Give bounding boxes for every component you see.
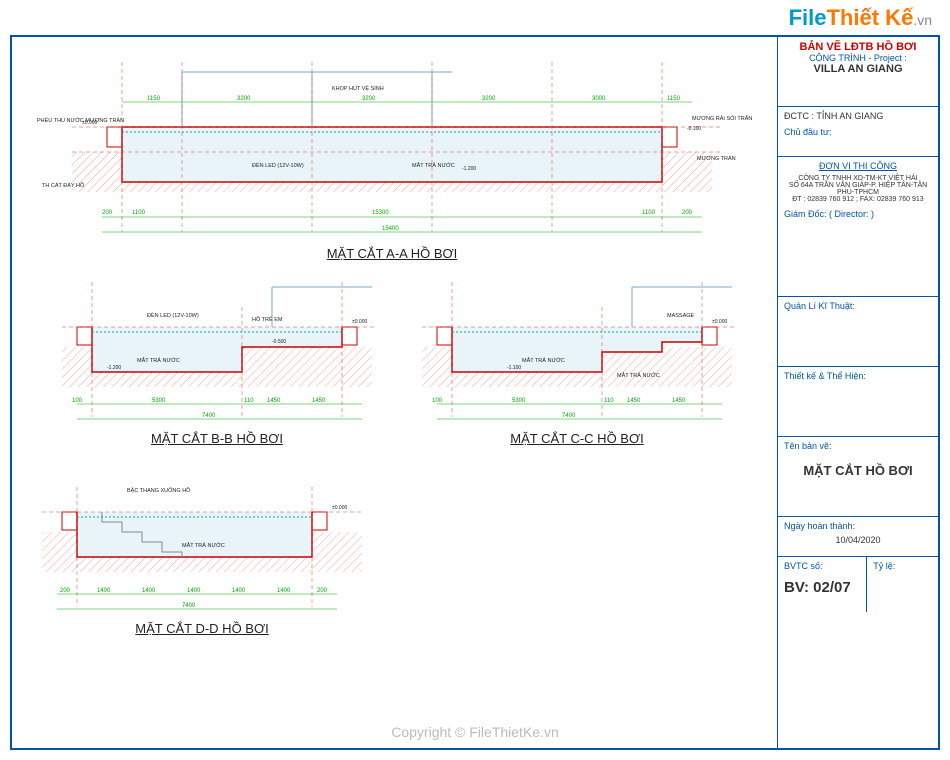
svg-text:7400: 7400 (562, 413, 576, 419)
svg-text:-0.100: -0.100 (687, 126, 701, 132)
svg-text:MẮT TRẢ NƯỚC: MẮT TRẢ NƯỚC (522, 356, 565, 364)
svg-text:7400: 7400 (182, 603, 196, 609)
svg-text:-1.200: -1.200 (107, 365, 121, 371)
section-cc-title: MẶT CẮT C-C HỒ BƠI (412, 431, 742, 446)
svg-text:200: 200 (60, 588, 71, 594)
section-aa-title: MẶT CẮT A-A HỒ BƠI (32, 246, 752, 261)
svg-text:200: 200 (102, 210, 113, 216)
svg-text:±0.000: ±0.000 (82, 120, 97, 126)
section-bb-title: MẶT CẮT B-B HỒ BƠI (52, 431, 382, 446)
svg-text:110: 110 (244, 398, 254, 404)
tb-contractor-name: CÔNG TY TNHH XD-TM-KT VIỆT HẢI (784, 175, 932, 182)
svg-text:200: 200 (317, 588, 328, 594)
svg-text:1450: 1450 (312, 398, 326, 404)
tb-project-name: VILLA AN GIANG (784, 63, 932, 75)
svg-text:ĐÈN LED (12V-10W): ĐÈN LED (12V-10W) (147, 312, 199, 319)
tb-director-label: Giám Đốc: ( Director: ) (784, 209, 932, 219)
tb-owner-label: Chủ đầu tư: (784, 127, 932, 137)
section-aa: 1150 3200 3200 3200 3000 1150 200 1100 1… (32, 52, 752, 261)
section-dd-title: MẶT CẮT D-D HỒ BƠI (32, 621, 372, 636)
svg-text:1400: 1400 (232, 588, 246, 594)
tb-scale-label: Tỷ lệ: (873, 561, 932, 571)
section-cc: 5300 110 1450 1450 100 7400 MẮT TRẢ NƯỚC… (412, 277, 742, 446)
section-cc-svg: 5300 110 1450 1450 100 7400 MẮT TRẢ NƯỚC… (412, 277, 742, 427)
section-bb: 5300 110 1450 1450 100 7400 ĐÈN LED (12V… (52, 277, 382, 446)
svg-text:3000: 3000 (592, 96, 606, 102)
section-aa-svg: 1150 3200 3200 3200 3000 1150 200 1100 1… (32, 52, 752, 242)
svg-text:PHỂU THU NƯỚC MƯƠNG TRÀN: PHỂU THU NƯỚC MƯƠNG TRÀN (37, 117, 124, 124)
svg-text:±0.000: ±0.000 (712, 319, 727, 325)
tb-location: ĐCTC : TỈNH AN GIANG (784, 111, 932, 121)
svg-text:MẮT TRẢ NƯỚC: MẮT TRẢ NƯỚC (137, 356, 180, 364)
svg-text:KHOP HÚT VỆ SINH: KHOP HÚT VỆ SINH (332, 84, 384, 92)
svg-text:100: 100 (72, 398, 83, 404)
svg-text:3200: 3200 (362, 96, 376, 102)
tb-sheet-label: BVTC số: (784, 561, 860, 571)
svg-text:5300: 5300 (152, 398, 166, 404)
drawing-area: 1150 3200 3200 3200 3000 1150 200 1100 1… (12, 37, 778, 748)
tb-main-title: BẢN VẼ LĐTB HỒ BƠI (784, 41, 932, 53)
section-dd-svg: 200 1400 1400 1400 1400 1400 200 7400 BẬ… (32, 467, 372, 617)
svg-text:MƯƠNG TRÀN: MƯƠNG TRÀN (697, 155, 736, 162)
svg-text:3200: 3200 (482, 96, 496, 102)
svg-text:1150: 1150 (147, 96, 161, 102)
section-dd: 200 1400 1400 1400 1400 1400 200 7400 BẬ… (32, 467, 372, 636)
svg-text:BẬC THANG XUỐNG HỒ: BẬC THANG XUỐNG HỒ (127, 487, 191, 494)
svg-text:1450: 1450 (267, 398, 281, 404)
site-logo: FileThiết Kế.vn (789, 5, 932, 31)
tb-project-label: CÔNG TRÌNH - Project : (784, 53, 932, 63)
svg-text:-0.500: -0.500 (272, 339, 286, 345)
svg-text:-1.100: -1.100 (507, 365, 521, 371)
svg-text:1450: 1450 (672, 398, 686, 404)
svg-text:15300: 15300 (372, 210, 389, 216)
svg-text:±0.000: ±0.000 (352, 319, 367, 325)
svg-text:1150: 1150 (667, 96, 681, 102)
svg-text:1400: 1400 (97, 588, 111, 594)
tb-date: 10/04/2020 (784, 535, 932, 545)
drawing-frame: 1150 3200 3200 3200 3000 1150 200 1100 1… (10, 35, 940, 750)
svg-text:MASSAGE: MASSAGE (667, 313, 695, 319)
svg-text:3200: 3200 (237, 96, 251, 102)
svg-text:1100: 1100 (132, 210, 146, 216)
section-bb-svg: 5300 110 1450 1450 100 7400 ĐÈN LED (12V… (52, 277, 382, 427)
svg-text:1400: 1400 (142, 588, 156, 594)
svg-text:ĐÈN LED (12V-10W): ĐÈN LED (12V-10W) (252, 162, 304, 169)
svg-text:100: 100 (432, 398, 443, 404)
svg-text:200: 200 (682, 210, 693, 216)
svg-text:1450: 1450 (627, 398, 641, 404)
tb-contractor-label: ĐƠN VỊ THI CÔNG (784, 161, 932, 171)
svg-text:MẮT TRẢ NƯỚC: MẮT TRẢ NƯỚC (412, 161, 455, 169)
tb-contractor-addr: SỐ 64A TRẦN VĂN GIÁP-P. HIỆP TÂN-TÂN PHÚ… (784, 182, 932, 196)
svg-text:MẮT TRẢ NƯỚC: MẮT TRẢ NƯỚC (182, 541, 225, 549)
svg-text:±0.000: ±0.000 (332, 505, 347, 511)
tb-designer-label: Thiết kế & Thể Hiện: (784, 371, 932, 381)
tb-date-label: Ngày hoàn thành: (784, 521, 932, 531)
svg-text:MẮT TRẢ NƯỚC: MẮT TRẢ NƯỚC (617, 371, 660, 379)
svg-text:1400: 1400 (277, 588, 291, 594)
titleblock: BẢN VẼ LĐTB HỒ BƠI CÔNG TRÌNH - Project … (778, 37, 938, 748)
svg-text:1400: 1400 (187, 588, 201, 594)
svg-text:HỒ TRẺ EM: HỒ TRẺ EM (252, 316, 283, 323)
svg-text:5300: 5300 (512, 398, 526, 404)
svg-text:7400: 7400 (202, 413, 216, 419)
svg-text:-1.200: -1.200 (462, 166, 476, 172)
svg-text:15400: 15400 (382, 226, 399, 232)
svg-text:110: 110 (604, 398, 614, 404)
tb-sheet-no: BV: 02/07 (784, 579, 860, 596)
svg-text:MƯƠNG RẢI SỎI TRẮNG: MƯƠNG RẢI SỎI TRẮNG (692, 114, 752, 122)
tb-drawing-name-label: Tên bản vẽ: (784, 441, 932, 451)
svg-text:TH CÁT ĐÁY HỒ: TH CÁT ĐÁY HỒ (42, 182, 85, 189)
tb-tech-label: Quản Lí Kĩ Thuật: (784, 301, 932, 311)
tb-drawing-name: MẶT CẮT HỒ BƠI (784, 463, 932, 478)
svg-text:1100: 1100 (642, 210, 656, 216)
tb-contractor-phone: ĐT : 02839 760 912 ; FAX: 02839 760 913 (784, 196, 932, 203)
